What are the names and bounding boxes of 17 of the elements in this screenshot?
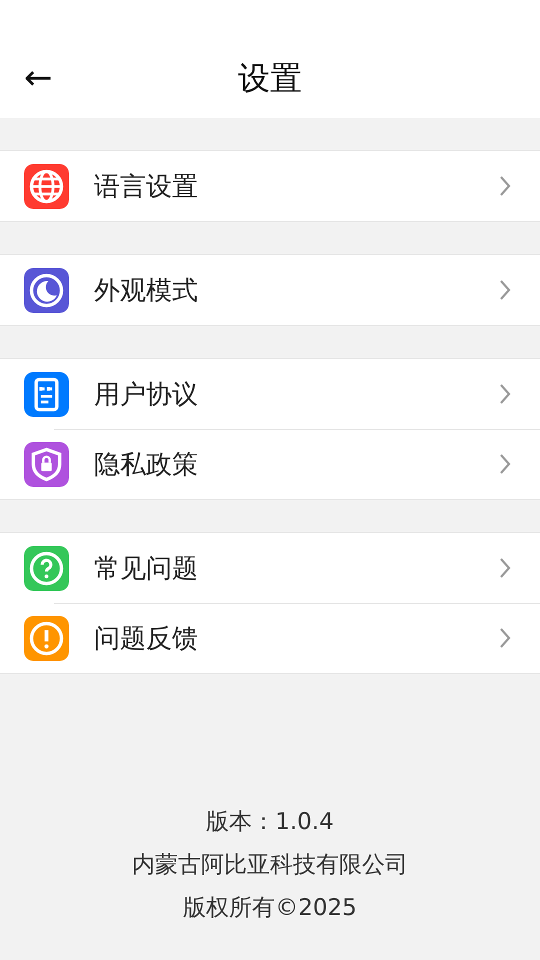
footer-text: 内蒙古阿比亚科技有限公司 <box>132 851 408 880</box>
chevron-right-icon <box>498 556 512 580</box>
chevron-right-icon <box>498 452 512 476</box>
settings-item[interactable]: 常见问题 <box>0 533 540 603</box>
chevron-right-icon <box>498 278 512 302</box>
settings-item[interactable]: 外观模式 <box>0 255 540 325</box>
chevron-right-icon <box>498 382 512 406</box>
chevron-right-icon <box>498 626 512 650</box>
settings-item[interactable]: 语言设置 <box>0 151 540 221</box>
settings-item[interactable]: 隐私政策 <box>0 429 540 499</box>
back-button[interactable]: ← <box>20 58 56 98</box>
footer-text: 版本：1.0.4 <box>206 808 334 837</box>
chevron-right-icon <box>498 174 512 198</box>
settings-item[interactable]: 问题反馈 <box>0 603 540 673</box>
page-title: 设置 <box>238 58 302 99</box>
footer-text: 版权所有©2025 <box>183 894 357 923</box>
settings-item[interactable]: 用户协议 <box>0 359 540 429</box>
